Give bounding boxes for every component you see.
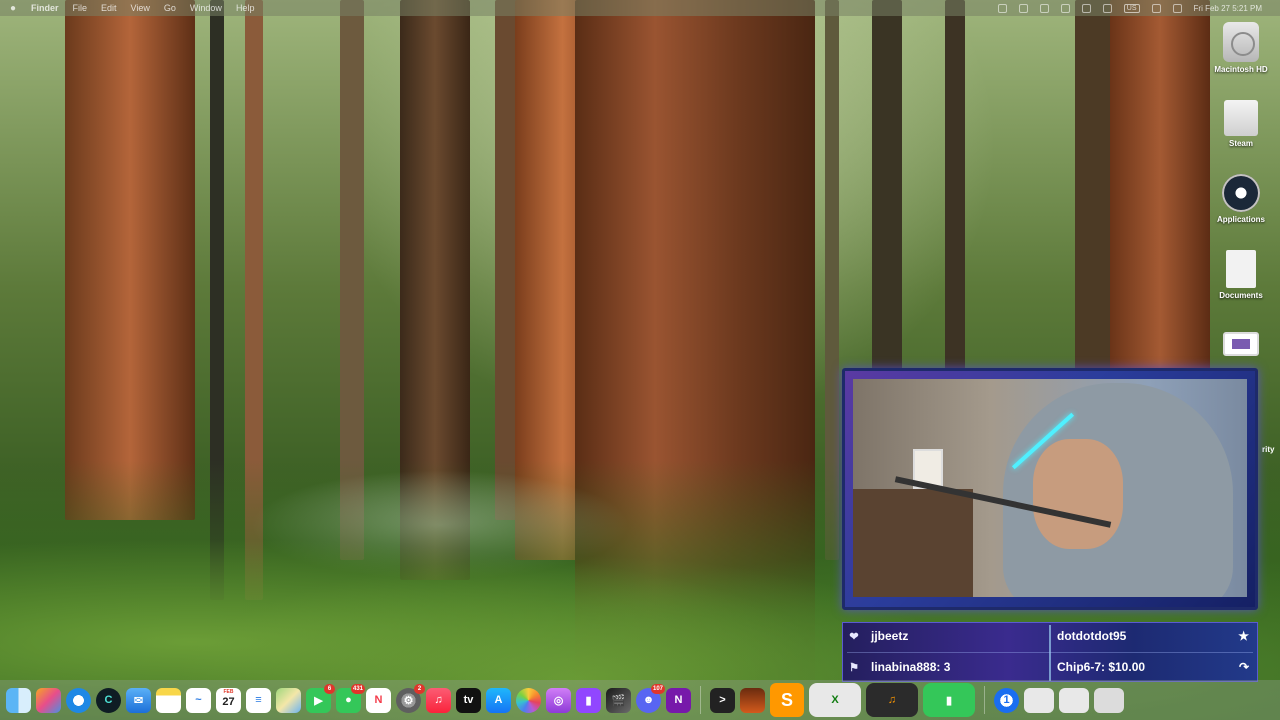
desktop-icon-label: Documents — [1219, 291, 1263, 300]
document-icon — [1226, 250, 1256, 288]
latest-raid: ⚑ linabina888: 3 — [843, 654, 1049, 680]
dock-launchpad-icon[interactable] — [36, 687, 61, 713]
menu-help[interactable]: Help — [231, 3, 264, 13]
steam-icon — [1222, 174, 1260, 212]
latest-subscriber: dotdotdot95 ★ — [1051, 623, 1257, 649]
latest-tip: Chip6-7: $10.00 ↷ — [1051, 654, 1257, 680]
status-app-icon[interactable] — [1039, 3, 1049, 13]
dock-twitch-icon[interactable]: ▮ — [923, 683, 975, 717]
subscriber-name: dotdotdot95 — [1057, 629, 1127, 643]
dock-tv-icon[interactable]: tv — [456, 687, 481, 713]
status-app-icon[interactable] — [997, 3, 1007, 13]
desktop-icon-steam[interactable]: Steam — [1208, 100, 1274, 148]
dock-finder-icon[interactable] — [6, 687, 31, 713]
dock-trash-icon[interactable] — [1094, 687, 1124, 713]
window-icon — [1223, 332, 1259, 356]
webcam-overlay — [842, 368, 1258, 610]
alerts-divider — [847, 652, 1253, 653]
notification-badge: 107 — [650, 683, 665, 694]
webcam-feed — [853, 379, 1247, 597]
dock-maps-icon[interactable] — [276, 687, 301, 713]
dock-notes-icon[interactable] — [156, 687, 181, 713]
input-source[interactable]: US — [1123, 3, 1140, 13]
desktop-icon-documents[interactable]: Documents — [1208, 250, 1274, 300]
dock-photos-icon[interactable] — [516, 687, 541, 713]
apple-menu-icon[interactable]: ● — [0, 3, 26, 14]
notification-badge: 6 — [324, 683, 335, 694]
dock-stream-deck-icon[interactable]: ▮ — [576, 687, 601, 713]
desktop-icon-macintosh-hd[interactable]: Macintosh HD — [1208, 22, 1274, 74]
battery-icon[interactable] — [1102, 3, 1112, 13]
notification-badge: 431 — [350, 683, 365, 694]
hard-drive-icon — [1223, 22, 1259, 62]
menu-bar: ● Finder File Edit View Go Window Help U… — [0, 0, 1280, 16]
desktop-wallpaper — [0, 0, 1280, 720]
star-icon: ★ — [1238, 629, 1249, 643]
control-center-icon[interactable] — [1151, 3, 1161, 13]
status-app-icon[interactable] — [1018, 3, 1028, 13]
dock-safari-icon[interactable] — [66, 687, 91, 713]
menu-edit[interactable]: Edit — [96, 3, 126, 13]
tree-trunk — [65, 0, 195, 520]
latest-follower: ❤ jjbeetz — [843, 623, 1049, 649]
menu-view[interactable]: View — [126, 3, 159, 13]
wifi-icon[interactable] — [1081, 3, 1091, 13]
dock-sublime-icon[interactable]: S — [770, 683, 804, 717]
desktop-icon-partial-label: rity — [1262, 445, 1275, 454]
dock-mail-icon[interactable]: ✉ — [126, 687, 151, 713]
menu-go[interactable]: Go — [159, 3, 185, 13]
dock-app-store-icon[interactable]: A — [486, 687, 511, 713]
raid-info: linabina888: 3 — [871, 660, 951, 674]
menu-window[interactable]: Window — [185, 3, 231, 13]
menu-file[interactable]: File — [68, 3, 97, 13]
dock-calendar-icon[interactable]: FEB 27 — [216, 687, 241, 713]
dock-final-cut-icon[interactable]: 🎬 — [606, 687, 631, 713]
folder-icon — [1224, 100, 1258, 136]
dock-browser-icon[interactable]: C — [96, 687, 121, 713]
siri-icon[interactable] — [1172, 3, 1182, 13]
dock-1password-icon[interactable]: 1 — [994, 687, 1019, 713]
dock-podcasts-icon[interactable]: ◎ — [546, 687, 571, 713]
follower-name: jjbeetz — [871, 629, 909, 643]
dock-facetime-icon[interactable]: ▶ 6 — [306, 683, 335, 713]
menu-finder[interactable]: Finder — [26, 3, 68, 13]
dock-folder-icon[interactable] — [1059, 687, 1089, 713]
dock-downloads-icon[interactable] — [1024, 687, 1054, 713]
notification-badge: 2 — [414, 683, 425, 694]
dock-freeform-icon[interactable]: ~ — [186, 687, 211, 713]
bits-icon: ↷ — [1238, 660, 1249, 674]
dock-reminders-icon[interactable]: ≡ — [246, 687, 271, 713]
flag-icon: ⚑ — [849, 661, 859, 674]
tip-info: Chip6-7: $10.00 — [1057, 660, 1146, 674]
dock-news-icon[interactable]: N — [366, 687, 391, 713]
streamer-face — [1033, 439, 1123, 549]
desktop-icon-label: Steam — [1228, 139, 1253, 148]
dock-separator — [984, 686, 985, 714]
dock-xbox-icon[interactable]: X — [809, 683, 861, 717]
desktop-icon-label: Applications — [1216, 215, 1265, 224]
dock: C ✉ ~ FEB 27 ≡ ▶ 6 ● 431 N ⚙ 2 ♫ tv A ◎ ▮ 🎬… — [0, 680, 1280, 720]
calendar-day: 27 — [222, 695, 235, 708]
dock-onenote-icon[interactable]: N — [666, 687, 691, 713]
desktop-icon-label: Macintosh HD — [1214, 65, 1268, 74]
dock-terminal-icon[interactable]: > — [710, 687, 735, 713]
heart-icon: ❤ — [849, 630, 859, 643]
desktop-icon-applications[interactable]: Applications — [1208, 174, 1274, 224]
bluetooth-icon[interactable] — [1060, 3, 1070, 13]
dock-game-icon[interactable] — [740, 687, 765, 713]
menu-clock[interactable]: Fri Feb 27 5:21 PM — [1194, 4, 1262, 13]
dock-settings-icon[interactable]: ⚙ 2 — [396, 683, 425, 713]
dock-messages-icon[interactable]: ● 431 — [336, 683, 365, 713]
status-area: US Fri Feb 27 5:21 PM — [997, 3, 1280, 13]
dock-garageband-icon[interactable]: ♫ — [866, 683, 918, 717]
dock-separator — [700, 686, 701, 714]
dock-discord-icon[interactable]: ☻ 107 — [636, 683, 665, 713]
calendar-month: FEB — [223, 688, 234, 695]
desktop-icon-screenshot[interactable] — [1208, 332, 1274, 359]
dock-music-icon[interactable]: ♫ — [426, 687, 451, 713]
dresser — [853, 489, 973, 597]
stream-alerts-panel: ❤ jjbeetz dotdotdot95 ★ ⚑ linabina888: 3… — [842, 622, 1258, 682]
